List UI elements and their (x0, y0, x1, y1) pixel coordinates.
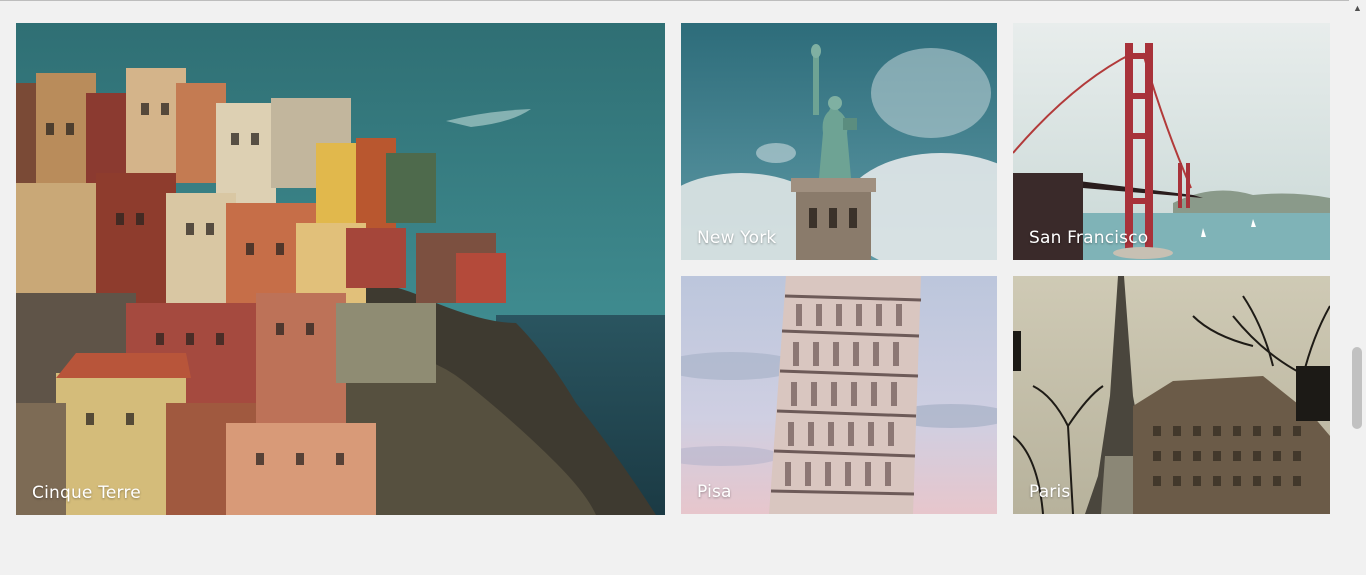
photo-gallery: Cinque Terre New York San Francisco Pisa… (0, 0, 1350, 575)
paris-image (1013, 276, 1330, 514)
vertical-scrollbar[interactable]: ▲ (1349, 0, 1366, 575)
scrollbar-thumb[interactable] (1352, 347, 1362, 430)
new-york-image (681, 23, 997, 260)
san-francisco-image (1013, 23, 1330, 260)
tile-caption: New York (697, 228, 777, 248)
tile-caption: Paris (1029, 482, 1071, 502)
gallery-tile-pisa[interactable]: Pisa (681, 276, 997, 514)
gallery-tile-new-york[interactable]: New York (681, 23, 997, 260)
gallery-tile-paris[interactable]: Paris (1013, 276, 1330, 514)
gallery-tile-cinque-terre[interactable]: Cinque Terre (16, 23, 665, 515)
tile-caption: Pisa (697, 482, 732, 502)
tile-caption: San Francisco (1029, 228, 1149, 248)
gallery-tile-san-francisco[interactable]: San Francisco (1013, 23, 1330, 260)
tile-caption: Cinque Terre (32, 483, 141, 503)
scroll-up-arrow-icon[interactable]: ▲ (1349, 0, 1366, 17)
cinque-terre-image (16, 23, 665, 515)
pisa-image (681, 276, 997, 514)
